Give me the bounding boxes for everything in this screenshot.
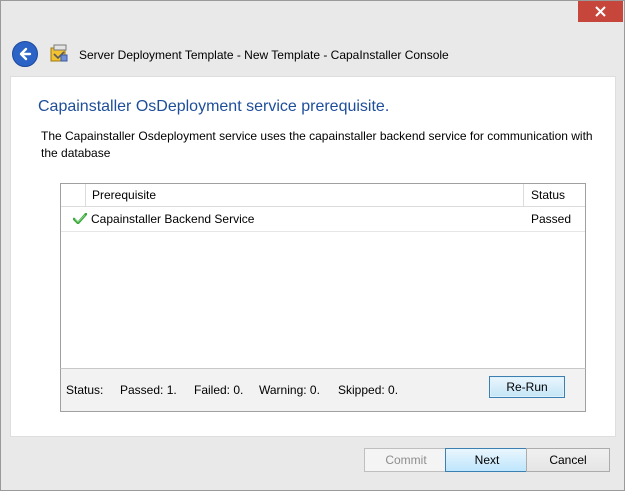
prerequisite-status: Passed [531,212,572,226]
installer-window: Server Deployment Template - New Templat… [0,0,625,491]
wizard-footer: Commit Next Cancel [1,435,624,490]
window-title: Server Deployment Template - New Templat… [79,48,449,62]
rerun-button[interactable]: Re-Run [489,376,565,398]
commit-button[interactable]: Commit [364,448,448,472]
cancel-button[interactable]: Cancel [526,448,610,472]
close-icon [595,6,606,17]
back-button[interactable] [12,41,38,67]
wizard-header: Server Deployment Template - New Templat… [1,35,624,75]
icon-column-header[interactable] [61,184,86,206]
skipped-count: Skipped: 0. [338,383,399,397]
page-description: The Capainstaller Osdeployment service u… [41,129,593,160]
prerequisite-column-header[interactable]: Prerequisite [92,188,156,202]
checkmark-icon [73,213,87,224]
prerequisite-name: Capainstaller Backend Service [91,212,255,226]
next-button[interactable]: Next [445,448,529,472]
page-heading: Capainstaller OsDeployment service prere… [38,98,390,115]
title-bar [1,1,624,31]
grid-header: Prerequisite Status [61,184,585,207]
capainstaller-app-icon [50,44,68,62]
status-label: Status: [66,383,104,397]
column-separator[interactable] [523,184,524,206]
arrow-left-icon [19,47,32,61]
failed-count: Failed: 0. [194,383,244,397]
status-column-header[interactable]: Status [531,188,565,202]
wizard-page: Capainstaller OsDeployment service prere… [10,76,616,437]
passed-count: Passed: 1. [120,383,177,397]
close-window-button[interactable] [578,1,623,22]
table-row[interactable]: Capainstaller Backend Service Passed [61,207,585,232]
status-summary-bar: Status: Passed: 1. Failed: 0. Warning: 0… [60,368,586,412]
warning-count: Warning: 0. [259,383,320,397]
prerequisite-grid: Prerequisite Status Capainstaller Backen… [60,183,586,370]
